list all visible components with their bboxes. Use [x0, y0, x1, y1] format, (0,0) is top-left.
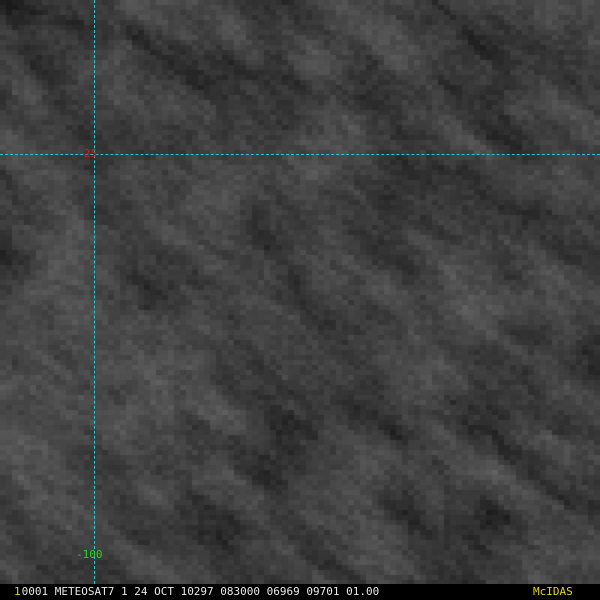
mcidas-brand: McIDAS: [533, 585, 573, 598]
longitude-label: -100: [76, 548, 103, 561]
satellite-viewport: 25 -100 10001 METEOSAT7 1 24 OCT 10297 0…: [0, 0, 600, 600]
frame-index: 1: [14, 585, 21, 598]
latitude-label: 25: [84, 147, 98, 160]
status-bar: 10001 METEOSAT7 1 24 OCT 10297 083000 06…: [0, 584, 600, 600]
satellite-imagery: [0, 0, 600, 584]
image-info: 0001 METEOSAT7 1 24 OCT 10297 083000 069…: [21, 585, 380, 598]
